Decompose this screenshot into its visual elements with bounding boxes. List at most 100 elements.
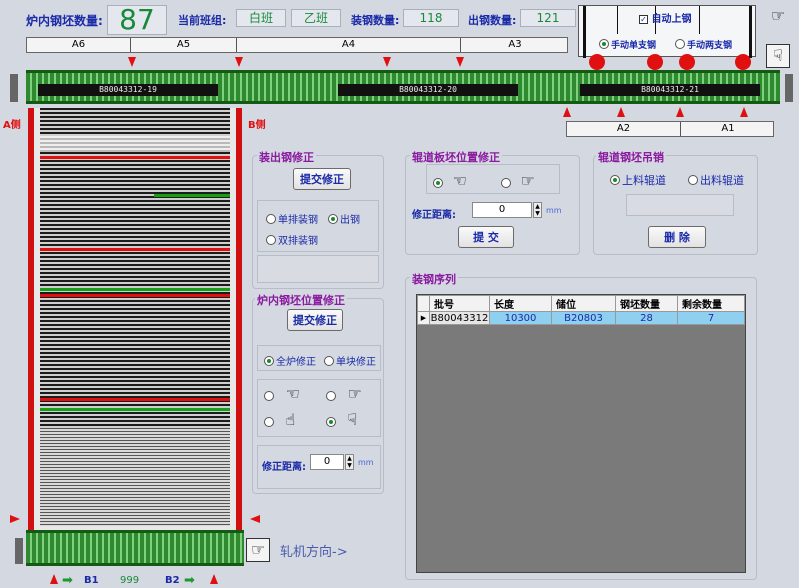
roller-cancel-title: 辊道钢坯吊销	[596, 149, 666, 165]
zone-marker	[456, 57, 464, 67]
zone-marker	[617, 107, 625, 117]
radio-icon	[433, 178, 443, 188]
pointing-right-hand-icon: ☞	[520, 171, 535, 190]
distance-spinner[interactable]: ▲ ▼	[345, 454, 354, 470]
column-header[interactable]: 钢坯数量	[615, 295, 678, 312]
column-header[interactable]: 剩余数量	[677, 295, 745, 312]
table-cell[interactable]: 10300	[489, 311, 552, 325]
pointing-up-hand-icon: ☝	[285, 410, 296, 429]
slab-on-roller[interactable]: B80043312-19	[38, 84, 218, 96]
double-row-radio[interactable]: 双排装钢	[266, 232, 318, 247]
distance-unit: mm	[546, 206, 562, 215]
auto-loading-checkbox[interactable]: ✓ 自动上钢	[639, 10, 691, 25]
b1-label: B1	[84, 575, 99, 586]
furnace-slab-stack-light	[40, 428, 230, 526]
roller-position-title: 辊道板坯位置修正	[410, 149, 502, 165]
zone-marker	[128, 57, 136, 67]
column-header[interactable]: 长度	[489, 295, 552, 312]
shift-label: 当前班组:	[178, 14, 227, 27]
loading-roller-radio[interactable]: 上料辊道	[610, 172, 666, 188]
manual-double-radio[interactable]: 手动两支钢	[675, 37, 732, 51]
submit-correction-button[interactable]: 提交修正	[287, 309, 343, 331]
exit-roller-radio[interactable]: 出料辊道	[688, 172, 744, 188]
table-cell[interactable]: B80043312	[429, 311, 490, 325]
submit-correction-button[interactable]: 提交修正	[293, 168, 351, 190]
zone-marker	[383, 57, 391, 67]
radio-icon	[266, 234, 276, 245]
load-sequence-table: 批号 长度 储位 钢坯数量 剩余数量 ▶ B80043312 10300 B20…	[417, 295, 745, 325]
out-option-box: 单排装钢 出钢 双排装钢	[257, 200, 379, 252]
distance-spinner[interactable]: ▲ ▼	[533, 202, 542, 218]
table-cell[interactable]: 7	[677, 311, 745, 325]
table-cell[interactable]: 28	[615, 311, 678, 325]
exit-roller-table	[26, 530, 244, 566]
manual-single-radio[interactable]: 手动单支钢	[599, 37, 656, 51]
direction-right-radio[interactable]: ☞	[326, 386, 362, 402]
furnace-view	[28, 108, 242, 530]
unload-count-value: 121	[520, 9, 576, 27]
shift-team: 乙班	[291, 9, 341, 27]
pointing-down-hand-icon: ☟	[347, 410, 358, 429]
table-cell[interactable]: B20803	[551, 311, 616, 325]
load-sequence-grid: 批号 长度 储位 钢坯数量 剩余数量 ▶ B80043312 10300 B20…	[416, 294, 746, 573]
shift-day: 白班	[236, 9, 286, 27]
row-selector-icon[interactable]: ▶	[417, 311, 430, 325]
delete-button[interactable]: 删 除	[648, 226, 706, 248]
furnace-marker-red	[40, 294, 230, 297]
single-row-label: 单排装钢	[278, 215, 318, 226]
load-count-value: 118	[403, 9, 459, 27]
direction-left-radio[interactable]: ☜	[264, 386, 300, 402]
radio-icon	[326, 391, 336, 401]
furnace-marker-green	[154, 194, 230, 197]
furnace-marker-red	[40, 398, 230, 401]
exit-roller-label: 出料辊道	[700, 174, 744, 187]
distance-unit: mm	[358, 458, 374, 467]
zone-a3: A3	[508, 39, 522, 50]
single-row-radio[interactable]: 单排装钢	[266, 211, 318, 226]
distance-label: 修正距离:	[412, 210, 456, 221]
slab-on-roller[interactable]: B80043312-21	[580, 84, 760, 96]
rolling-direction-button[interactable]: ☞	[246, 538, 270, 562]
pointing-right-hand-icon: ☞	[347, 384, 362, 403]
submit-button[interactable]: 提 交	[458, 226, 514, 248]
check-icon: ✓	[639, 14, 648, 24]
arrow-right-icon: ➡	[184, 573, 195, 588]
track-endstop	[15, 538, 23, 564]
column-header[interactable]: 储位	[551, 295, 616, 312]
distance-input[interactable]: 0	[310, 454, 344, 470]
table-row[interactable]: ▶ B80043312 10300 B20803 28 7	[417, 311, 745, 325]
out-status-box	[257, 255, 379, 283]
column-header[interactable]: 批号	[429, 295, 490, 312]
manual-single-label: 手动单支钢	[611, 40, 657, 51]
zone-marker	[676, 107, 684, 117]
roller-right-radio[interactable]: ☞	[501, 173, 535, 189]
pointing-hand-icon[interactable]: ☞	[766, 8, 790, 30]
zone-bar-top: A6 A5 A4 A3	[26, 37, 568, 53]
distance-input[interactable]: 0	[472, 202, 532, 218]
furnace-marker-red	[40, 248, 230, 251]
radio-icon	[264, 391, 274, 401]
zone-a5: A5	[131, 38, 237, 52]
zone-a2: A2	[567, 122, 681, 136]
furnace-gap	[40, 136, 230, 152]
out-steel-radio[interactable]: 出钢	[328, 211, 360, 226]
radio-icon	[610, 175, 620, 185]
furnace-edge-marker	[10, 515, 20, 523]
zone-a1: A1	[721, 123, 735, 134]
zone-marker	[563, 107, 571, 117]
whole-furnace-radio[interactable]: 全炉修正	[264, 353, 316, 368]
single-block-radio[interactable]: 单块修正	[324, 353, 376, 368]
radio-icon	[675, 39, 685, 49]
direction-up-radio[interactable]: ☝	[264, 412, 295, 428]
sensor-indicator	[589, 54, 605, 70]
roller-left-radio[interactable]: ☜	[433, 173, 467, 189]
direction-down-radio[interactable]: ☟	[326, 412, 357, 428]
furnace-position-group: 炉内钢坯位置修正 提交修正 全炉修正 单块修正 ☜ ☞ ☝ ☟ 修正距离: 0 …	[252, 292, 384, 494]
double-row-label: 双排装钢	[278, 236, 318, 247]
zone-marker	[235, 57, 243, 67]
pointing-hand-button[interactable]: ☟	[766, 44, 790, 68]
slab-on-roller[interactable]: B80043312-20	[338, 84, 518, 96]
zone-a6: A6	[27, 38, 131, 52]
sensor-indicator	[735, 54, 751, 70]
radio-icon	[328, 213, 338, 224]
